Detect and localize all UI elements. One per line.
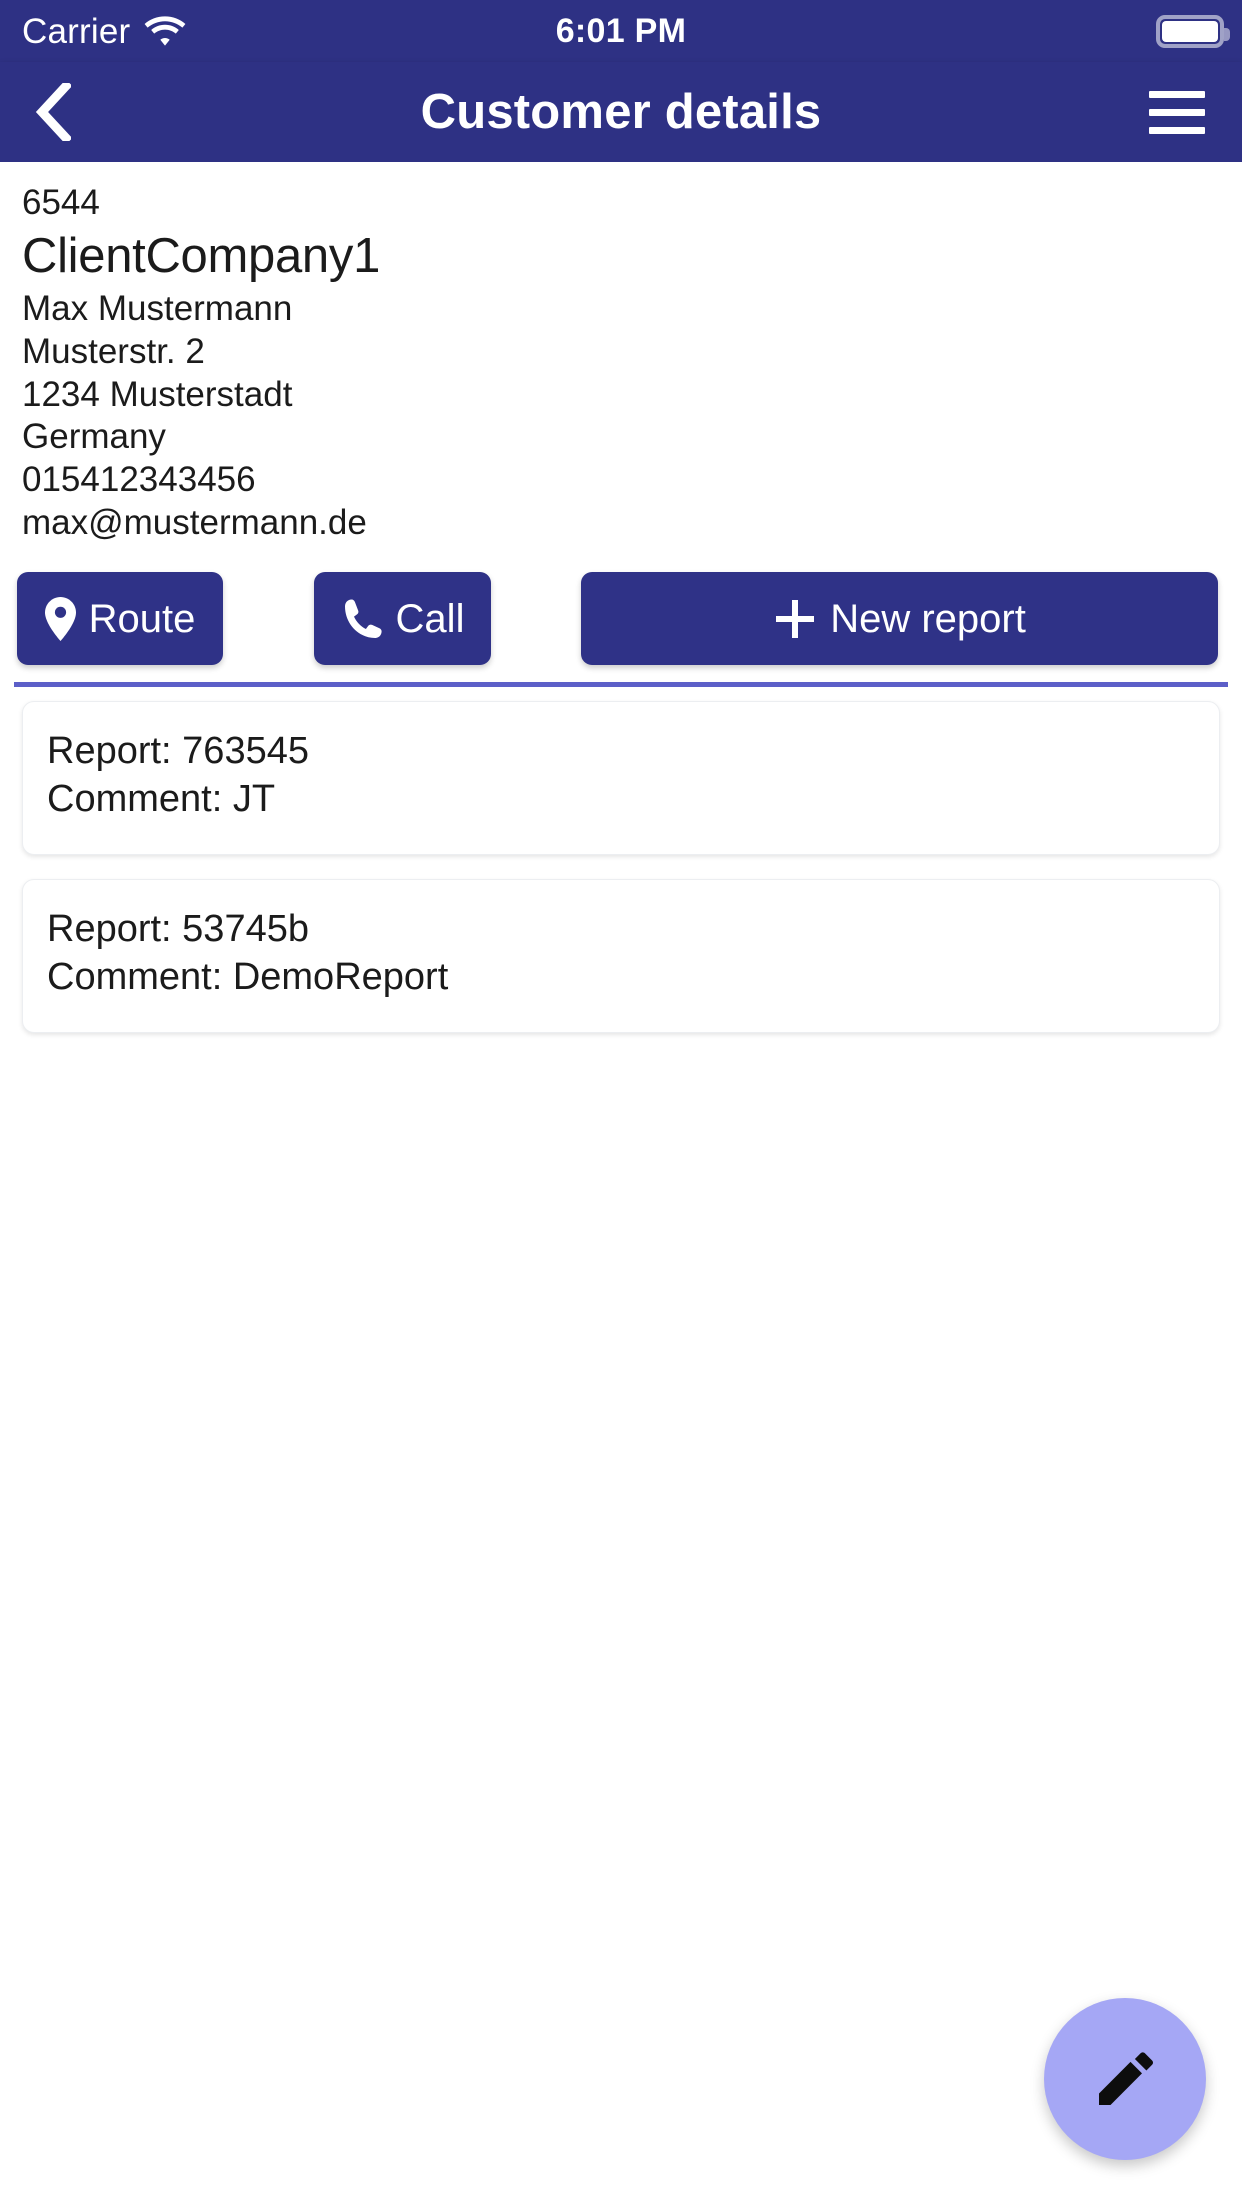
route-button[interactable]: Route	[17, 572, 223, 666]
route-button-label: Route	[88, 596, 196, 641]
customer-contact-name: Max Mustermann	[22, 289, 293, 329]
new-report-button[interactable]: New report	[581, 572, 1218, 666]
customer-phone: 015412343456	[22, 459, 256, 499]
customer-city: 1234 Musterstadt	[22, 374, 293, 414]
new-report-button-label: New report	[830, 596, 1026, 641]
plus-icon	[773, 597, 817, 641]
hamburger-menu-icon[interactable]	[1132, 67, 1222, 157]
status-bar-right	[1156, 0, 1230, 62]
battery-full-icon	[1156, 14, 1230, 48]
page-title: Customer details	[420, 84, 822, 139]
report-list-item[interactable]: Report: 763545 Comment: JT	[22, 701, 1220, 856]
app-screen: Carrier 6:01 PM Customer details 6544 Cl…	[0, 0, 1242, 2208]
status-bar-center: 6:01 PM	[0, 0, 1242, 62]
customer-id: 6544	[22, 183, 100, 222]
phone-icon	[341, 598, 383, 640]
customer-street: Musterstr. 2	[22, 331, 205, 371]
status-bar: Carrier 6:01 PM	[0, 0, 1242, 62]
report-list-item[interactable]: Report: 53745b Comment: DemoReport	[22, 879, 1220, 1033]
report-list: Report: 763545 Comment: JT Report: 53745…	[0, 687, 1242, 1033]
pencil-edit-icon	[1094, 2048, 1156, 2110]
call-button[interactable]: Call	[314, 572, 491, 666]
report-number: Report: 763545	[47, 730, 309, 773]
customer-info-block: 6544 ClientCompany1 Max Mustermann Muste…	[0, 162, 1242, 544]
action-button-row: Route Call New report	[0, 562, 1242, 682]
report-comment: Comment: JT	[47, 778, 276, 821]
edit-fab-button[interactable]	[1044, 1998, 1206, 2160]
call-button-label: Call	[395, 596, 465, 641]
clock-label: 6:01 PM	[555, 12, 687, 50]
customer-email: max@mustermann.de	[22, 502, 367, 542]
app-bar: Customer details	[0, 62, 1242, 162]
customer-country: Germany	[22, 417, 166, 457]
customer-company-name: ClientCompany1	[22, 229, 381, 284]
report-number: Report: 53745b	[47, 908, 309, 951]
map-pin-icon	[44, 596, 76, 641]
report-comment: Comment: DemoReport	[47, 955, 449, 998]
main-content: 6544 ClientCompany1 Max Mustermann Muste…	[0, 162, 1242, 2208]
